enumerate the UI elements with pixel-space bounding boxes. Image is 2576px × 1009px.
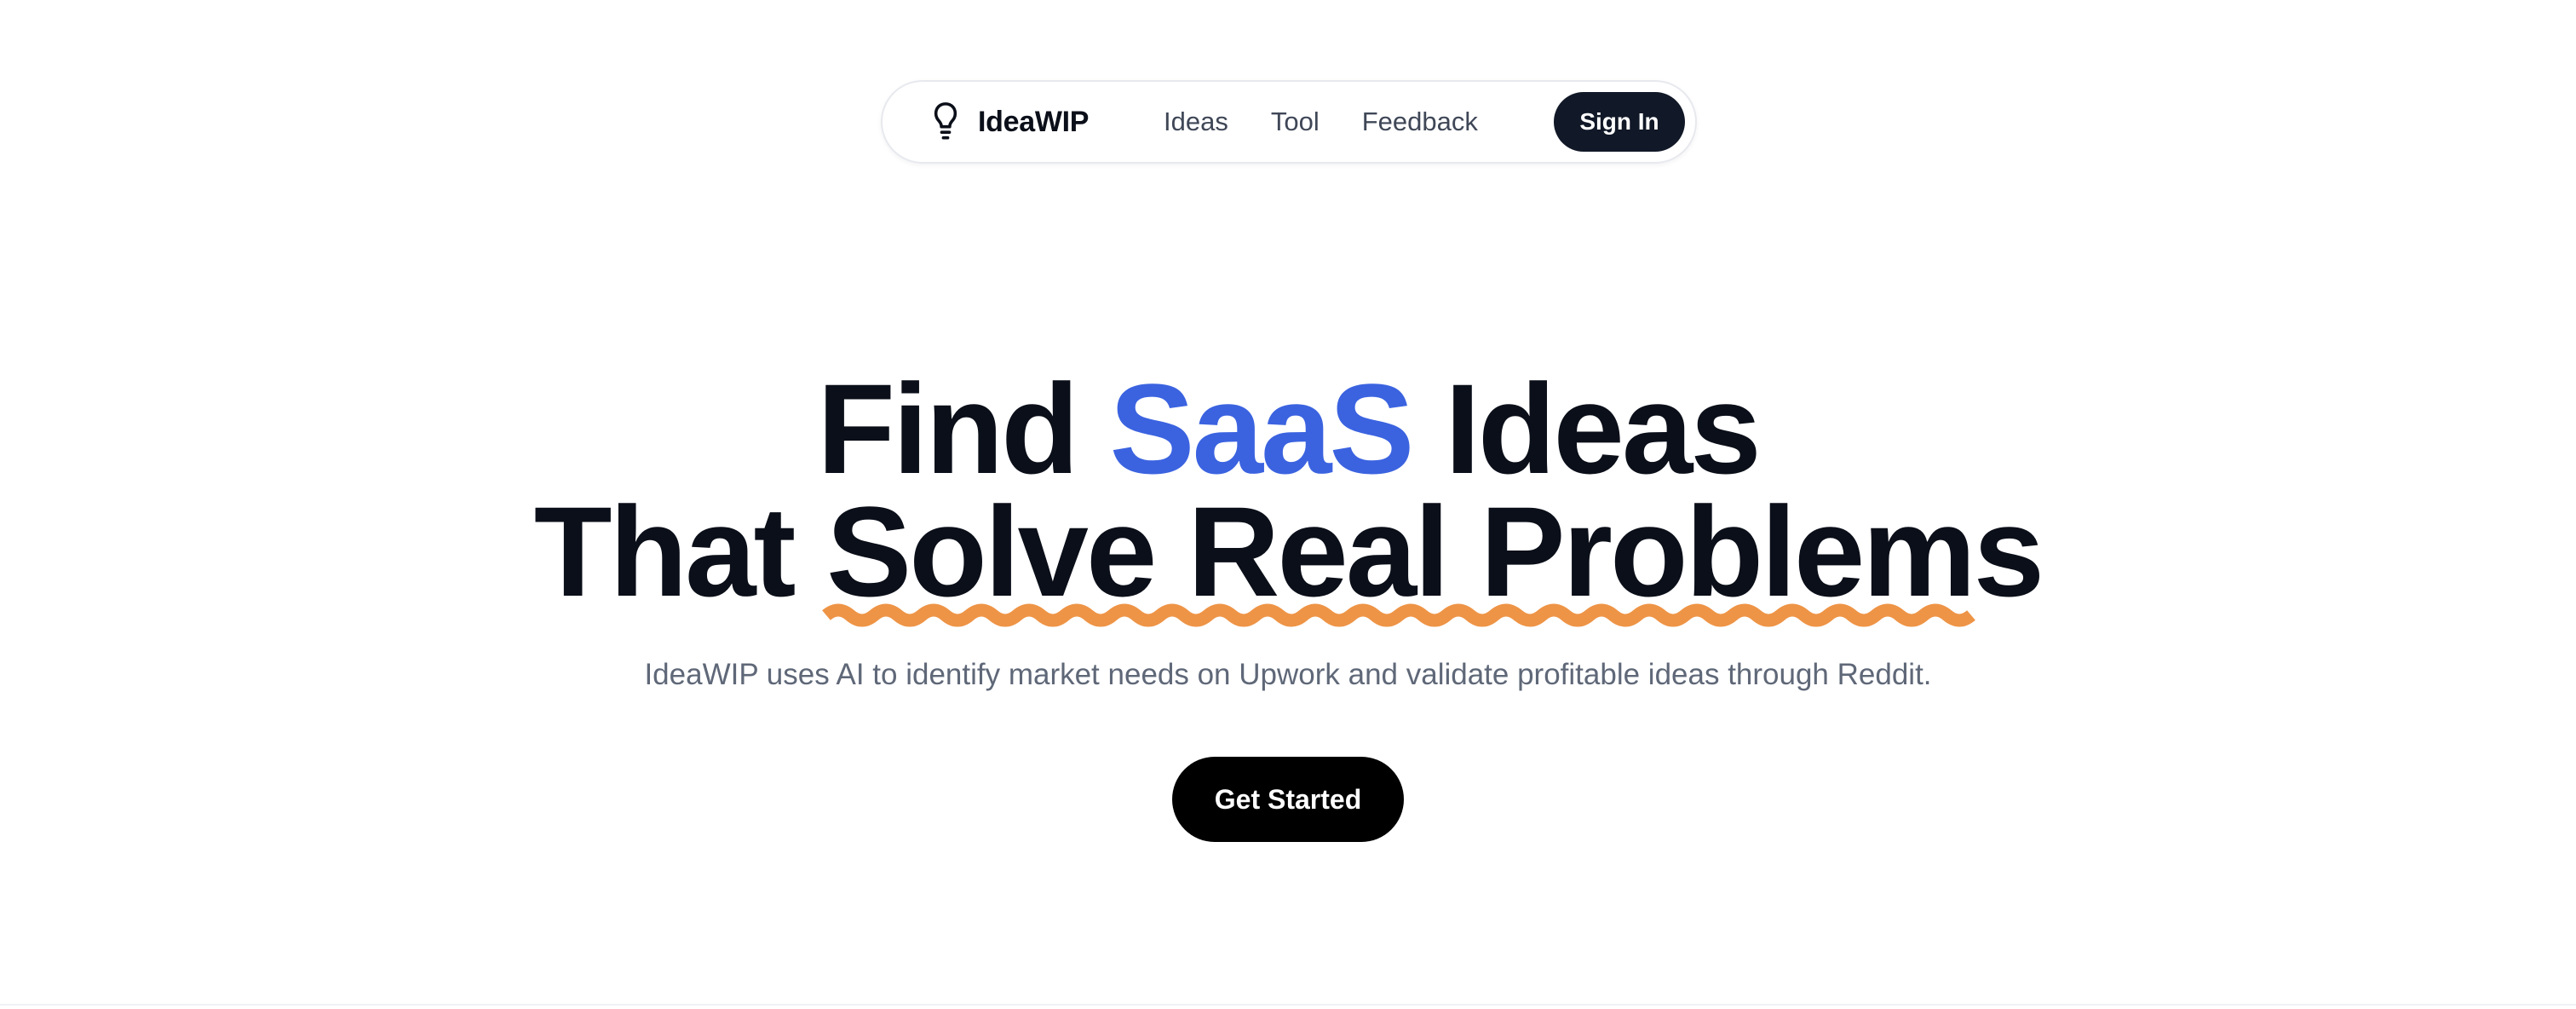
landing-page: IdeaWIP Ideas Tool Feedback Sign In Find… — [0, 0, 2576, 1009]
hero-underlined-phrase: Solve Real Problems — [822, 487, 2044, 627]
top-navbar: IdeaWIP Ideas Tool Feedback Sign In — [881, 80, 1697, 164]
hero-subtitle: IdeaWIP uses AI to identify market needs… — [644, 658, 1932, 691]
hero-title-find: Find — [817, 357, 1079, 500]
nav-links: Ideas Tool Feedback — [1164, 82, 1521, 162]
nav-link-ideas[interactable]: Ideas — [1164, 107, 1228, 137]
hero-title-line-2: That Solve Real Problems — [0, 487, 2576, 627]
brand-logo[interactable]: IdeaWIP — [929, 82, 1089, 162]
nav-link-tool[interactable]: Tool — [1271, 107, 1320, 137]
hero-title-ideas: Ideas — [1445, 357, 1762, 500]
nav-link-feedback[interactable]: Feedback — [1362, 107, 1478, 137]
get-started-button[interactable]: Get Started — [1172, 757, 1404, 842]
section-divider — [0, 1004, 2576, 1006]
hero-title-that: That — [533, 480, 796, 623]
sign-in-button[interactable]: Sign In — [1554, 92, 1685, 152]
hero-title-line-1: Find SaaS Ideas — [0, 365, 2576, 493]
lightbulb-icon — [934, 102, 957, 140]
hero-title-accent: SaaS — [1109, 357, 1415, 500]
squiggle-underline — [822, 603, 1976, 627]
brand-name: IdeaWIP — [978, 105, 1090, 138]
